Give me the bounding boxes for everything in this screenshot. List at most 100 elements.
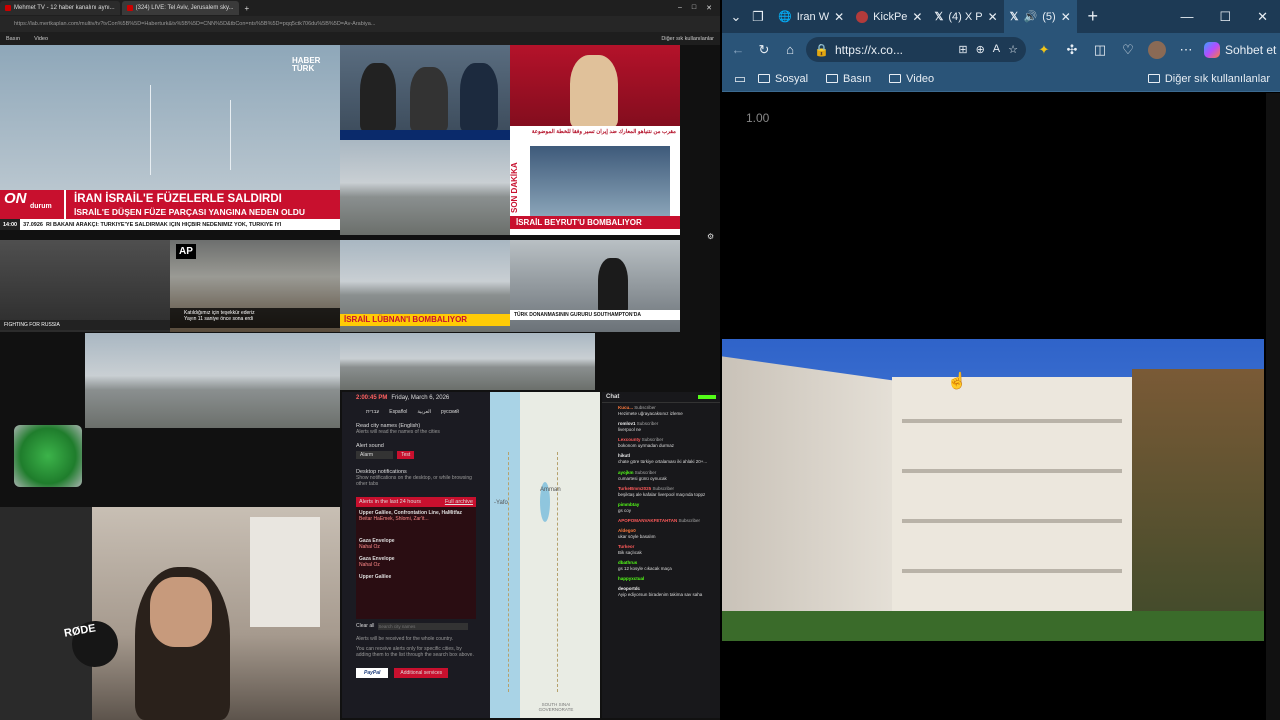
profile-avatar[interactable]: [1148, 40, 1166, 59]
tab-actions-chevron-icon[interactable]: ⌄: [728, 9, 744, 25]
back-icon[interactable]: ←: [730, 42, 746, 58]
chat-message: deoportdc Ayip ediyorsun biradenim takima…: [618, 586, 703, 598]
clear-all-button[interactable]: Clear all: [356, 623, 374, 630]
chat-title: Chat: [606, 394, 620, 400]
chat-message: TurkeBmm2025 Subscriber beşiktaş ale kafa…: [618, 485, 706, 497]
favorites-icon[interactable]: ♡: [1120, 42, 1136, 58]
new-tab-icon[interactable]: +: [1085, 6, 1101, 26]
reading-list-icon[interactable]: ▭: [732, 71, 748, 87]
copilot-icon: [1204, 41, 1220, 58]
chat-message: dbathrus gs 12 kosyle cıkacak maça: [618, 560, 672, 572]
bookmark-sosyal[interactable]: Sosyal: [758, 73, 808, 85]
folder-icon: [889, 74, 902, 83]
kick-icon: [856, 10, 869, 23]
alerts-header: Alerts in the last 24 hours Full archive: [356, 497, 476, 507]
tab-x-5[interactable]: 𝕏 🔊 (5) ✕: [1003, 0, 1077, 33]
left-address-bar[interactable]: https://lab.mertkaplan.com/multiv/tv?tvC…: [0, 16, 720, 32]
governorate-label: SOUTH SINAI GOVERNORATE: [538, 702, 574, 712]
close-window-icon[interactable]: ✕: [1257, 9, 1268, 25]
other-bookmarks[interactable]: Diğer sık kullanılanlar: [661, 36, 720, 42]
minimize-icon[interactable]: —: [1180, 9, 1193, 25]
left-tab-2[interactable]: (324) LIVE: Tel Aviv, Jerusalem sky...: [121, 1, 239, 15]
tab-favicon-icon: [5, 5, 11, 11]
sondakika-feed[interactable]: SON DAKİKA İSRAİL BEYRUT'U BOMBALIYOR: [510, 140, 680, 235]
oref-date: Friday, March 6, 2026: [391, 395, 450, 401]
ticker-bar: 14:00 37.0926 RI BAKANI ARAKÇI: TÜRKİYE'…: [0, 219, 340, 230]
oref-alert-panel: 2:00:45 PM Friday, March 6, 2026 עברית E…: [342, 392, 490, 718]
chat-message: hikutl chate göre türkiye ortalaması iki …: [618, 453, 708, 465]
bookmark-video[interactable]: Video: [889, 73, 934, 85]
settings-gear-icon[interactable]: ⚙: [707, 232, 714, 241]
small-city-feed[interactable]: [255, 333, 340, 428]
bead-jar-icon: [14, 425, 82, 487]
window-controls: — ☐ ✕: [1180, 9, 1280, 25]
alarabiya-feed[interactable]: مقرب من نتنياهو المعارك ضد إيران تسير وف…: [510, 45, 680, 140]
other-bookmarks[interactable]: Diğer sık kullanılanlar: [1147, 73, 1270, 85]
more-menu-icon[interactable]: ⋯: [1178, 42, 1194, 58]
streamer-face: [150, 577, 212, 647]
app-icon[interactable]: ⊞: [958, 43, 967, 56]
bookmark-basin[interactable]: Basın: [826, 73, 871, 85]
url-bar[interactable]: 🔒 https://x.co... ⊞ ⊕ A ☆: [806, 37, 1026, 62]
chat-message: Turkeor Bik saçlıcak: [618, 544, 642, 556]
skyline-feed[interactable]: [340, 333, 595, 390]
speaker-icon[interactable]: 🔊: [1024, 10, 1038, 23]
extension-icon[interactable]: ✦: [1036, 42, 1052, 58]
zoom-icon[interactable]: ⊕: [976, 43, 985, 56]
lubnan-headline: İSRAİL LÜBNAN'I BOMBALIYOR: [340, 314, 510, 326]
right-toolbar: ← ↻ ⌂ 🔒 https://x.co... ⊞ ⊕ A ☆ ✦ ✣ ◫ ♡ ⋯ S…: [722, 33, 1280, 66]
video-frame[interactable]: ☝: [722, 339, 1264, 641]
lock-icon: 🔒: [814, 42, 829, 57]
cnn-studio-feed[interactable]: [340, 45, 510, 140]
copilot-chat-button[interactable]: Sohbet et: [1204, 41, 1276, 58]
folder-icon: [758, 74, 770, 83]
donanma-feed[interactable]: TÜRK DONANMASININ GURURU SOUTHAMPTON'DA: [510, 240, 680, 332]
scrollbar[interactable]: [1266, 93, 1280, 720]
bookmark-basin[interactable]: Basın: [6, 36, 20, 42]
maximize-icon[interactable]: ☐: [1219, 9, 1231, 25]
close-icon[interactable]: ✕: [706, 4, 712, 12]
paypal-button[interactable]: PayPal: [356, 668, 389, 678]
missile-trail: [230, 100, 231, 170]
home-icon[interactable]: ⌂: [782, 42, 798, 58]
soldiers-feed[interactable]: FIGHTING FOR RUSSIA: [0, 240, 170, 332]
chat-message: pimmbtay gs coy: [618, 501, 640, 513]
aerial-city-feed[interactable]: [85, 333, 255, 428]
yafo-label: -Yafo: [494, 500, 508, 506]
israel-map[interactable]: Amman -Yafo SOUTH SINAI GOVERNORATE: [490, 392, 600, 718]
workspaces-icon[interactable]: ❐: [750, 9, 766, 25]
read-aloud-icon[interactable]: A: [993, 43, 1000, 56]
tree: [1132, 369, 1264, 641]
bookmark-video[interactable]: Video: [34, 36, 48, 42]
tab-iran-w[interactable]: 🌐 Iran W ✕: [772, 0, 850, 33]
lubnan-feed[interactable]: İSRAİL LÜBNAN'I BOMBALIYOR: [340, 240, 510, 332]
close-tab-icon[interactable]: ✕: [988, 10, 998, 24]
video-player[interactable]: 1.00 ☝: [722, 93, 1280, 720]
additional-services-button[interactable]: Additional services: [394, 668, 449, 678]
building-front: [892, 377, 1132, 617]
left-tab-1[interactable]: Mehmet TV - 12 haber kanalını aynı...: [0, 1, 120, 15]
city-search-input[interactable]: [378, 623, 469, 630]
maximize-icon[interactable]: □: [692, 4, 696, 12]
ap-feed[interactable]: AP Katıldığımız için teşekkür ederiz Yay…: [170, 240, 340, 332]
minimize-icon[interactable]: –: [678, 4, 682, 12]
full-archive-link[interactable]: Full archive: [445, 499, 473, 505]
tab-kickpe[interactable]: KickPe ✕: [850, 0, 928, 33]
alerts-list: Upper Galilee, Confrontation Line, HaMit…: [356, 507, 476, 619]
test-button[interactable]: Test: [397, 451, 415, 459]
city-cam-feed[interactable]: [340, 140, 510, 235]
extensions-puzzle-icon[interactable]: ✣: [1064, 42, 1080, 58]
youtube-icon: [126, 5, 133, 11]
close-tab-icon[interactable]: ✕: [834, 10, 844, 24]
left-window-controls: – □ ✕: [678, 4, 720, 12]
split-screen-icon[interactable]: ◫: [1092, 42, 1108, 58]
alarm-select[interactable]: Alarm: [356, 451, 394, 459]
new-tab-icon[interactable]: +: [245, 4, 250, 13]
close-tab-icon[interactable]: ✕: [912, 10, 922, 24]
refresh-icon[interactable]: ↻: [756, 42, 772, 58]
haberturk-feed[interactable]: HABER TÜRK: [0, 45, 340, 190]
tab-x-4[interactable]: 𝕏 (4) X P ✕: [928, 0, 1003, 33]
close-tab-icon[interactable]: ✕: [1061, 10, 1071, 24]
favorite-star-icon[interactable]: ☆: [1008, 43, 1018, 56]
globe-icon: 🌐: [778, 11, 792, 23]
